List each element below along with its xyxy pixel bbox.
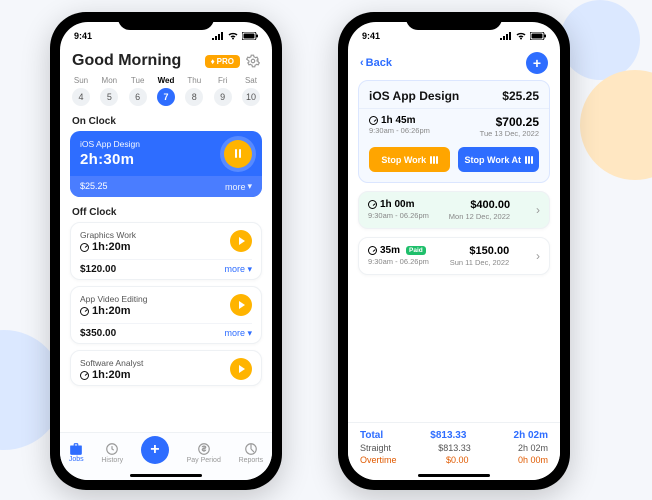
off-clock-card[interactable]: App Video Editing1h:20m $350.00 more ▾ — [70, 286, 262, 344]
day-thu[interactable]: Thu8 — [185, 76, 203, 106]
clock-icon — [368, 200, 377, 209]
clock-icon — [80, 243, 89, 252]
off-more[interactable]: more ▾ — [224, 264, 252, 275]
day-fri[interactable]: Fri9 — [214, 76, 232, 106]
tab-bar: Jobs History + Pay Period Reports — [60, 432, 272, 480]
entry-duration: 35mPaid — [368, 245, 429, 256]
greeting-title: Good Morning — [72, 52, 181, 70]
on-clock-amount: $25.25 — [80, 181, 108, 192]
on-clock-header: On Clock — [60, 112, 272, 131]
time-entry[interactable]: 35mPaid9:30am - 06.26pm $150.00Sun 11 Dec… — [358, 237, 550, 275]
day-tue[interactable]: Tue6 — [129, 76, 147, 106]
project-card: iOS App Design $25.25 1h 45m 9:30am - 06… — [358, 80, 550, 183]
clock-icon — [368, 246, 377, 255]
entry-amount: $400.00 — [449, 199, 510, 211]
paid-badge: Paid — [406, 246, 426, 255]
play-button[interactable] — [230, 294, 252, 316]
chevron-right-icon: › — [536, 249, 540, 263]
chevron-left-icon: ‹ — [360, 57, 364, 69]
history-icon — [105, 442, 119, 456]
tab-add-button[interactable]: + — [141, 436, 169, 464]
entry-amount: $150.00 — [450, 245, 510, 257]
clock-icon — [369, 116, 378, 125]
off-title: Graphics Work — [80, 230, 136, 240]
totals-panel: Total $813.33 2h 02m Straight $813.33 2h… — [348, 422, 560, 480]
back-button[interactable]: ‹Back — [360, 57, 392, 69]
day-sat[interactable]: Sat10 — [242, 76, 260, 106]
project-date: Tue 13 Dec, 2022 — [480, 129, 539, 138]
phone-left: 9:41 Good Morning ♦PRO — [50, 12, 282, 490]
project-time-range: 9:30am - 06:26pm — [369, 126, 430, 135]
reports-icon — [244, 442, 258, 456]
off-amount: $120.00 — [80, 264, 116, 275]
gear-icon[interactable] — [246, 54, 260, 68]
play-button[interactable] — [230, 230, 252, 252]
chevron-right-icon: › — [536, 203, 540, 217]
status-time: 9:41 — [74, 31, 92, 41]
off-time: 1h:20m — [80, 305, 147, 317]
home-indicator — [130, 474, 202, 477]
stop-work-button[interactable]: Stop Work — [369, 147, 450, 172]
project-duration: 1h 45m — [369, 115, 430, 126]
status-time: 9:41 — [362, 31, 380, 41]
play-button[interactable] — [230, 358, 252, 380]
off-clock-header: Off Clock — [60, 203, 272, 222]
tab-jobs[interactable]: Jobs — [69, 443, 84, 463]
off-more[interactable]: more ▾ — [224, 328, 252, 339]
tab-history[interactable]: History — [101, 442, 123, 464]
straight-time: 2h 02m — [518, 443, 548, 453]
on-clock-more[interactable]: more▾ — [225, 181, 252, 192]
straight-label: Straight — [360, 443, 391, 453]
day-sun[interactable]: Sun4 — [72, 76, 90, 106]
total-time: 2h 02m — [514, 430, 548, 441]
off-time: 1h:20m — [80, 369, 143, 381]
day-picker[interactable]: Sun4 Mon5 Tue6 Wed7 Thu8 Fri9 Sat10 — [72, 76, 260, 106]
overtime-time: 0h 00m — [518, 455, 548, 465]
overtime-amount: $0.00 — [397, 455, 518, 465]
day-wed[interactable]: Wed7 — [157, 76, 175, 106]
add-button[interactable]: + — [526, 52, 548, 74]
off-time: 1h:20m — [80, 241, 136, 253]
status-indicators — [212, 32, 258, 40]
pro-badge[interactable]: ♦PRO — [205, 55, 240, 68]
time-entry[interactable]: 1h 00m9:30am - 06.26pm $400.00Mon 12 Dec,… — [358, 191, 550, 229]
off-clock-card[interactable]: Graphics Work1h:20m $120.00 more ▾ — [70, 222, 262, 280]
project-rate: $25.25 — [502, 89, 539, 103]
off-title: App Video Editing — [80, 294, 147, 304]
entry-date: Mon 12 Dec, 2022 — [449, 212, 510, 221]
entry-duration: 1h 00m — [368, 199, 429, 210]
project-earnings: $700.25 — [480, 115, 539, 129]
status-indicators — [500, 32, 546, 40]
straight-amount: $813.33 — [391, 443, 518, 453]
phone-right: 9:41 ‹Back + iOS App Design $25.25 — [338, 12, 570, 490]
clock-icon — [80, 307, 89, 316]
overtime-label: Overtime — [360, 455, 397, 465]
tab-payperiod[interactable]: Pay Period — [187, 442, 221, 464]
total-amount: $813.33 — [383, 430, 513, 441]
project-name: iOS App Design — [369, 89, 459, 103]
on-clock-card[interactable]: iOS App Design 2h:30m $25.25 more▾ — [70, 131, 262, 197]
briefcase-icon — [69, 443, 83, 455]
on-clock-time: 2h:30m — [80, 151, 140, 168]
entry-date: Sun 11 Dec, 2022 — [450, 258, 510, 267]
off-title: Software Analyst — [80, 358, 143, 368]
total-label: Total — [360, 430, 383, 441]
home-indicator — [418, 474, 490, 477]
stop-work-at-button[interactable]: Stop Work At — [458, 147, 539, 172]
dollar-icon — [197, 442, 211, 456]
entry-range: 9:30am - 06.26pm — [368, 211, 429, 220]
entry-range: 9:30am - 06.26pm — [368, 257, 429, 266]
day-mon[interactable]: Mon5 — [100, 76, 118, 106]
off-clock-card[interactable]: Software Analyst1h:20m — [70, 350, 262, 386]
clock-icon — [80, 371, 89, 380]
on-clock-title: iOS App Design — [80, 139, 140, 149]
pause-button[interactable] — [224, 140, 252, 168]
tab-reports[interactable]: Reports — [239, 442, 264, 464]
chevron-down-icon: ▾ — [247, 181, 252, 192]
off-amount: $350.00 — [80, 328, 116, 339]
